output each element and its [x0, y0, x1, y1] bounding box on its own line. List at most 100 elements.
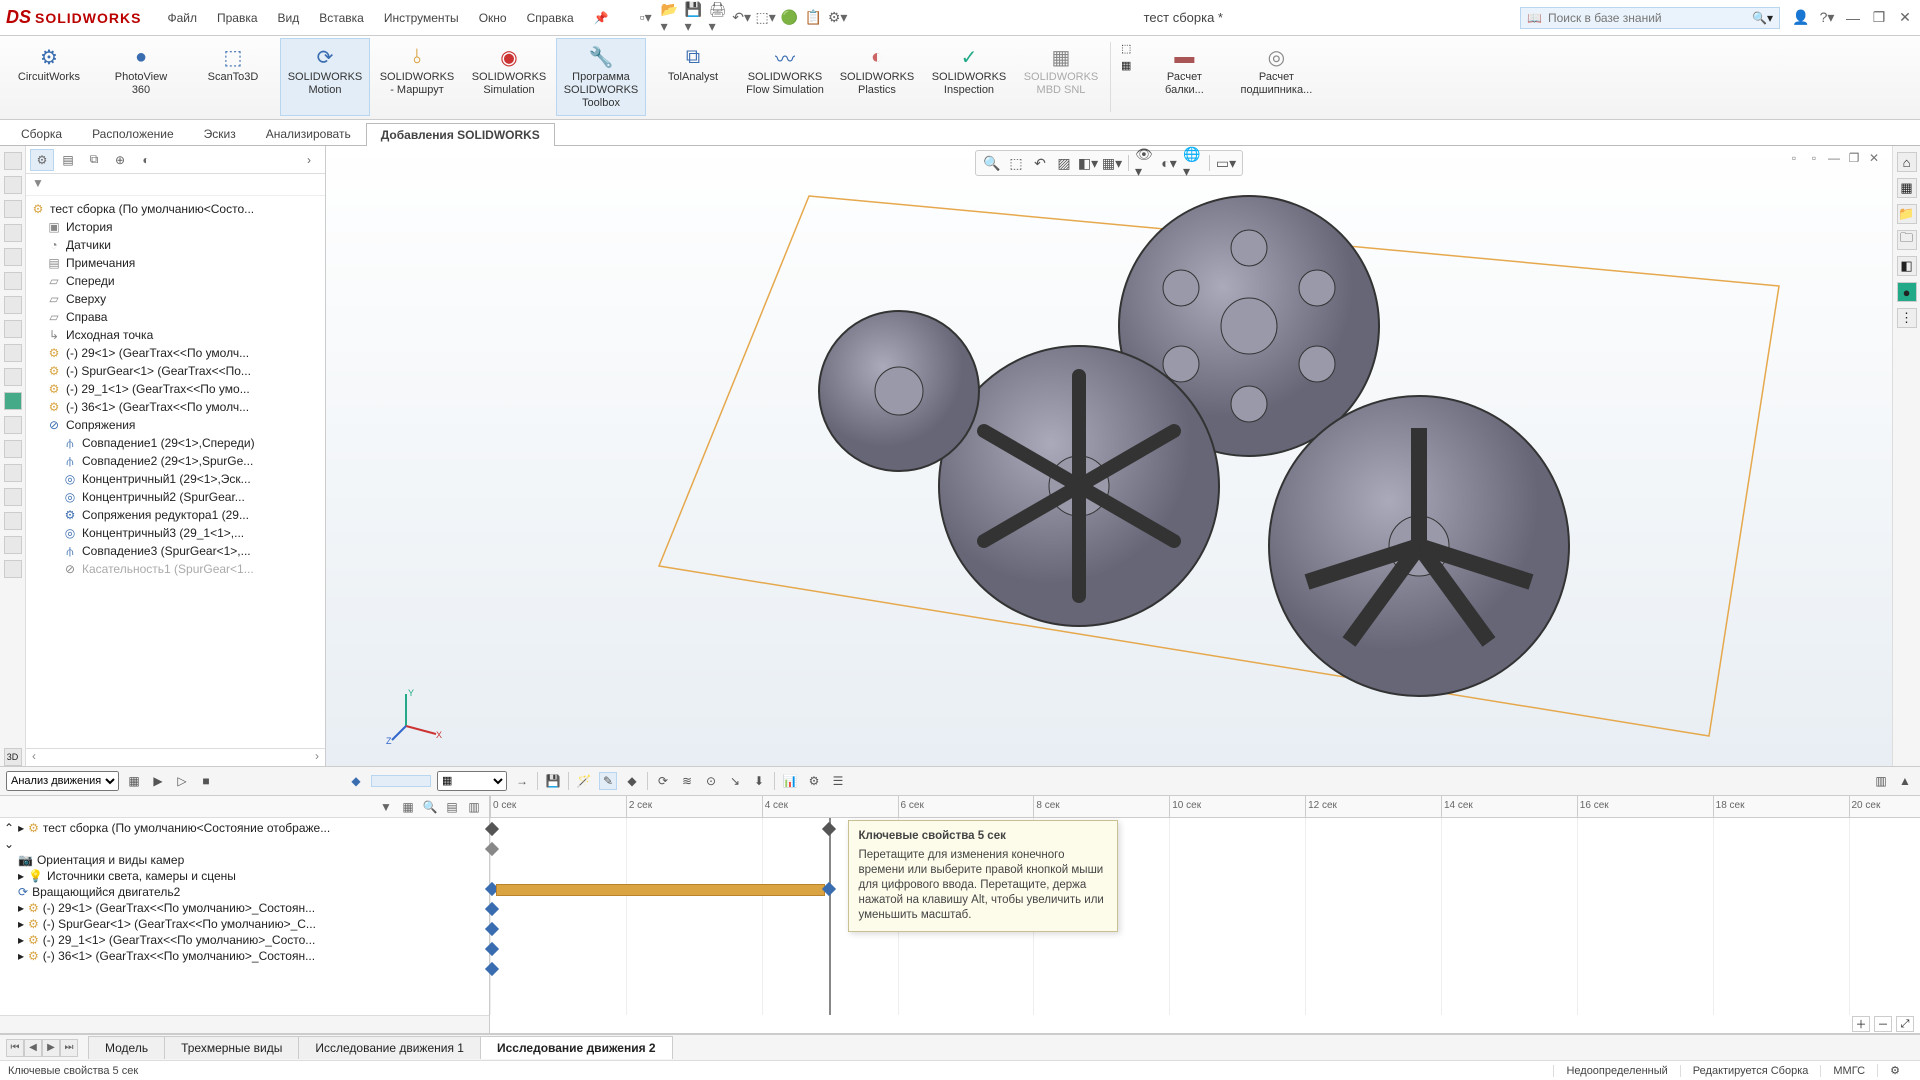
tree-history[interactable]: История	[66, 220, 113, 234]
tree-part-4[interactable]: (-) 36<1> (GearTrax<<По умолч...	[66, 400, 249, 414]
tree-mate-4[interactable]: Концентричный2 (SpurGear...	[82, 490, 245, 504]
motor-icon[interactable]: ⟳	[654, 772, 672, 790]
timeline-tracks[interactable]	[490, 818, 1920, 1015]
filter-icon[interactable]: ▼	[32, 176, 44, 190]
ls-9[interactable]	[4, 344, 22, 362]
tree-part-2[interactable]: (-) SpurGear<1> (GearTrax<<По...	[66, 364, 251, 378]
menu-help[interactable]: Справка	[519, 7, 582, 29]
timeline[interactable]: 0 сек 2 сек 4 сек 6 сек 8 сек 10 сек 12 …	[490, 796, 1920, 1033]
tree-origin[interactable]: Исходная точка	[66, 328, 153, 342]
motion-cam[interactable]: Ориентация и виды камер	[37, 853, 184, 867]
tree-mate-5[interactable]: Сопряжения редуктора1 (29...	[82, 508, 249, 522]
user-icon[interactable]: 👤	[1792, 9, 1810, 27]
ls-10[interactable]	[4, 368, 22, 386]
tp-appearance-icon[interactable]: ●	[1897, 282, 1917, 302]
key-root-end[interactable]	[822, 822, 836, 836]
tree-part-3[interactable]: (-) 29_1<1> (GearTrax<<По умо...	[66, 382, 250, 396]
stop-icon[interactable]: ■	[197, 772, 215, 790]
mt-3-icon[interactable]: ▤	[443, 799, 461, 815]
minimize-icon[interactable]: —	[1844, 9, 1862, 27]
tree-front[interactable]: Спереди	[66, 274, 115, 288]
tree-scroll-right-icon[interactable]: ›	[315, 749, 319, 766]
motion-c2[interactable]: (-) SpurGear<1> (GearTrax<<По умолчанию>…	[43, 917, 316, 931]
fm-tab-display-icon[interactable]: ◐	[134, 149, 158, 171]
zoom-fit-icon[interactable]: ⤢	[1896, 1016, 1914, 1032]
ribbon-bearing[interactable]: ◎Расчет подшипника...	[1231, 38, 1321, 116]
spring-icon[interactable]: ≋	[678, 772, 696, 790]
graphics-viewport[interactable]: 🔍 ⬚ ↶ ▨ ◧▾ ▦▾ 👁▾ ◐▾ 🌐▾ ▭▾ ▫ ▫ — ❐ ✕	[326, 146, 1892, 766]
feature-tree[interactable]: ⚙тест сборка (По умолчанию<Состо... ▣Ист…	[26, 196, 325, 748]
ls-16[interactable]	[4, 512, 22, 530]
bt-last-icon[interactable]: ⏭	[60, 1039, 78, 1057]
btab-study2[interactable]: Исследование движения 2	[480, 1036, 673, 1059]
results-icon[interactable]: 📊	[781, 772, 799, 790]
fm-tab-config-icon[interactable]: ⧉	[82, 149, 106, 171]
ribbon-tolanalyst[interactable]: ⧉TolAnalyst	[648, 38, 738, 116]
menu-view[interactable]: Вид	[270, 7, 308, 29]
ribbon-mbd[interactable]: ▦SOLIDWORKS MBD SNL	[1016, 38, 1106, 116]
tree-part-1[interactable]: (-) 29<1> (GearTrax<<По умолч...	[66, 346, 249, 360]
tp-explorer-icon[interactable]: 🗀	[1897, 230, 1917, 250]
mt-1-icon[interactable]: ▦	[399, 799, 417, 815]
tp-view-icon[interactable]: ◧	[1897, 256, 1917, 276]
ribbon-motion[interactable]: ⟳SOLIDWORKS Motion	[280, 38, 370, 116]
props-icon[interactable]: ⚙	[805, 772, 823, 790]
menu-pin-icon[interactable]: 📌	[586, 7, 617, 29]
ls-6[interactable]	[4, 272, 22, 290]
status-more-icon[interactable]: ⚙	[1877, 1064, 1912, 1077]
ls-14[interactable]	[4, 464, 22, 482]
addin-icon[interactable]: ⬚	[1121, 42, 1131, 55]
mt-collapse-icon[interactable]: ⌃	[4, 821, 14, 835]
contact-icon[interactable]: ⊙	[702, 772, 720, 790]
tree-mate-8[interactable]: Касательность1 (SpurGear<1...	[82, 562, 254, 576]
ls-7[interactable]	[4, 296, 22, 314]
mt-4-icon[interactable]: ▥	[465, 799, 483, 815]
ls-13[interactable]	[4, 440, 22, 458]
fm-tab-tree-icon[interactable]: ⚙	[30, 149, 54, 171]
end-marker[interactable]	[829, 818, 831, 1015]
ls-3[interactable]	[4, 200, 22, 218]
tree-root[interactable]: тест сборка (По умолчанию<Состо...	[50, 202, 254, 216]
ribbon-plastics[interactable]: ◐SOLIDWORKS Plastics	[832, 38, 922, 116]
ribbon-circuitworks[interactable]: ⚙CircuitWorks	[4, 38, 94, 116]
ls-4[interactable]	[4, 224, 22, 242]
search-box[interactable]: 📖 🔍▾	[1520, 7, 1780, 29]
motion-study-type[interactable]: Анализ движения	[6, 771, 119, 791]
gravity-icon[interactable]: ⬇	[750, 772, 768, 790]
addkey-icon[interactable]: ◆	[623, 772, 641, 790]
tree-sensors[interactable]: Датчики	[66, 238, 111, 252]
zoom-in-icon[interactable]: ＋	[1852, 1016, 1870, 1032]
bt-next-icon[interactable]: ▶	[42, 1039, 60, 1057]
search-input[interactable]	[1548, 11, 1746, 25]
undo-icon[interactable]: ↶▾	[733, 9, 751, 27]
tree-mate-3[interactable]: Концентричный1 (29<1>,Эск...	[82, 472, 251, 486]
ls-12[interactable]	[4, 416, 22, 434]
expand-up-icon[interactable]: ▲	[1896, 772, 1914, 790]
ls-2[interactable]	[4, 176, 22, 194]
motion-c1[interactable]: (-) 29<1> (GearTrax<<По умолчанию>_Состо…	[43, 901, 315, 915]
tree-mate-7[interactable]: Совпадение3 (SpurGear<1>,...	[82, 544, 251, 558]
fm-tab-property-icon[interactable]: ▤	[56, 149, 80, 171]
zoom-out-icon[interactable]: －	[1874, 1016, 1892, 1032]
tp-home-icon[interactable]: ⌂	[1897, 152, 1917, 172]
tab-addins[interactable]: Добавления SOLIDWORKS	[366, 123, 555, 146]
ls-1[interactable]	[4, 152, 22, 170]
ls-11[interactable]	[4, 392, 22, 410]
fm-expand-icon[interactable]: ›	[297, 149, 321, 171]
tp-library-icon[interactable]: 📁	[1897, 204, 1917, 224]
ribbon-toolbox[interactable]: 🔧Программа SOLIDWORKS Toolbox	[556, 38, 646, 116]
motion-motor[interactable]: Вращающийся двигатель2	[32, 885, 180, 899]
save-icon[interactable]: 💾▾	[685, 9, 703, 27]
btab-study1[interactable]: Исследование движения 1	[298, 1036, 481, 1059]
menu-tools[interactable]: Инструменты	[376, 7, 467, 29]
print-icon[interactable]: 🖨▾	[709, 9, 727, 27]
play-icon[interactable]: ▷	[173, 772, 191, 790]
tree-scroll-left-icon[interactable]: ‹	[32, 749, 36, 766]
ribbon-beam[interactable]: ▬Расчет балки...	[1139, 38, 1229, 116]
open-icon[interactable]: 📂▾	[661, 9, 679, 27]
motion-c4[interactable]: (-) 36<1> (GearTrax<<По умолчанию>_Состо…	[43, 949, 315, 963]
tree-mate-6[interactable]: Концентричный3 (29_1<1>,...	[82, 526, 244, 540]
sim-settings-icon[interactable]: ☰	[829, 772, 847, 790]
tree-top[interactable]: Сверху	[66, 292, 106, 306]
ls-3d-icon[interactable]: 3D	[4, 748, 22, 766]
